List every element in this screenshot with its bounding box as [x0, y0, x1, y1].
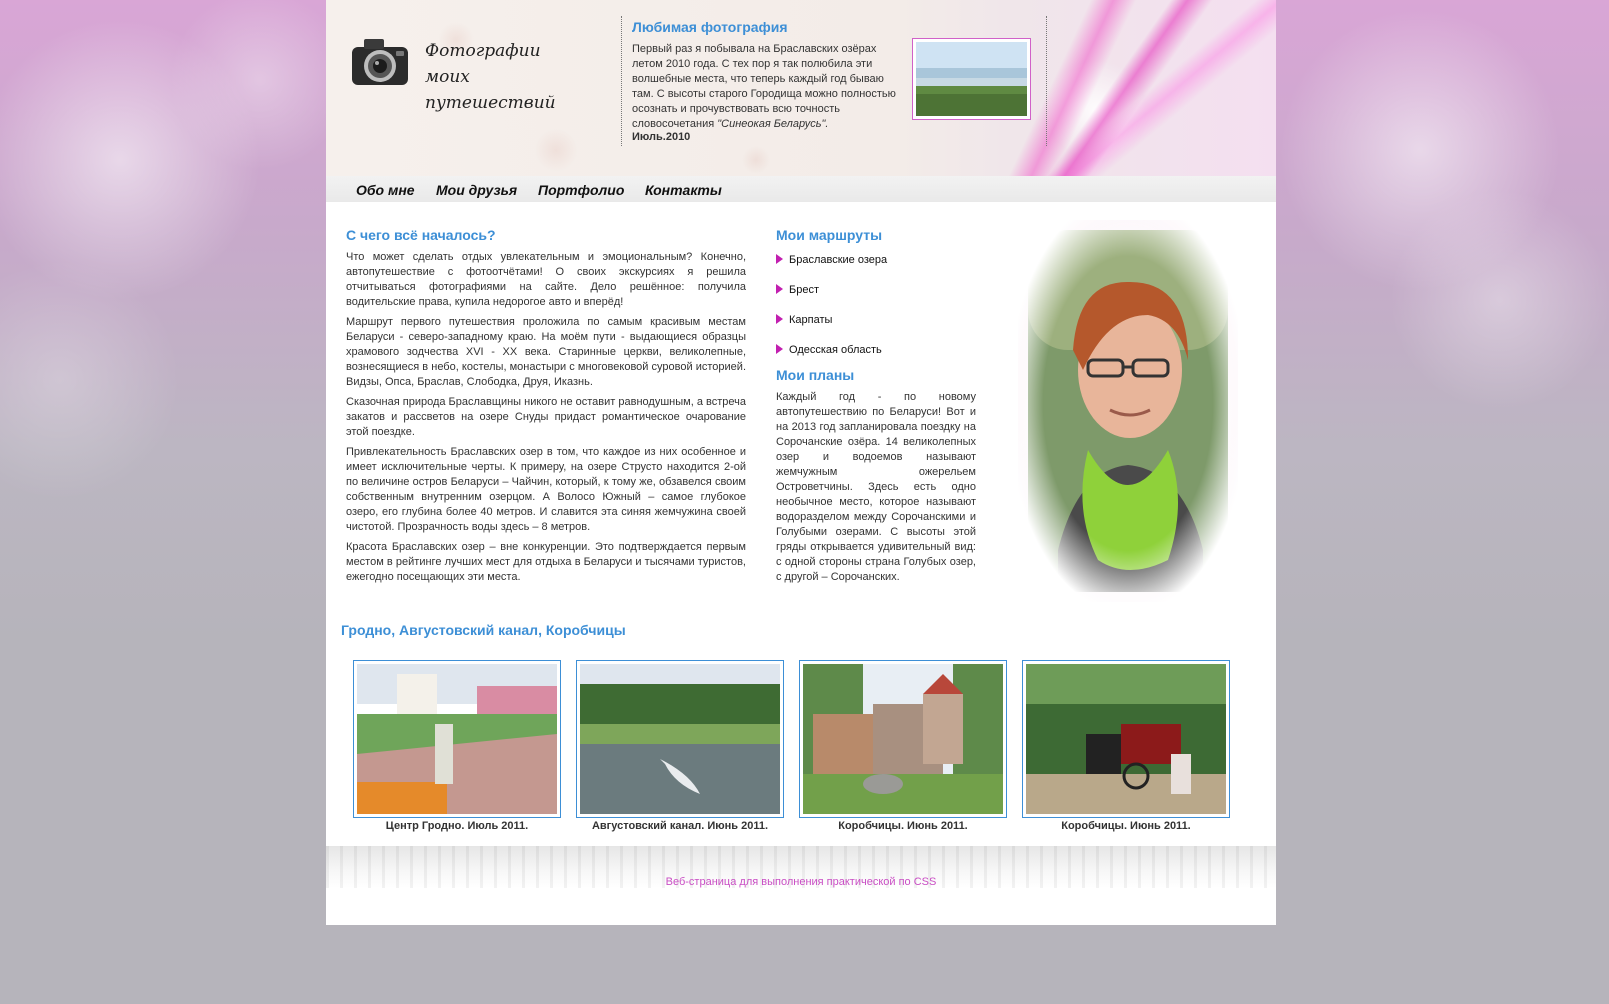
triangle-bullet-icon — [776, 254, 783, 264]
plans-text: Каждый год - по новому автопутешествию п… — [776, 391, 976, 583]
triangle-bullet-icon — [776, 314, 783, 324]
gallery-photo-image — [580, 664, 780, 814]
footer-text: Веб-страница для выполнения практической… — [665, 876, 937, 888]
favorite-photo-title: Любимая фотография — [632, 19, 788, 35]
route-link-braslav[interactable]: Браславские озера — [776, 254, 887, 266]
gallery-photo[interactable] — [353, 660, 561, 818]
camera-icon — [352, 39, 408, 85]
site-logo: Фотографии моих путешествий — [425, 38, 585, 116]
gallery-photo-image — [1026, 664, 1226, 814]
gallery-photo-image — [357, 664, 557, 814]
author-portrait — [1018, 220, 1238, 602]
gallery-photo[interactable] — [576, 660, 784, 818]
main-nav: Обо мне Мои друзья Портфолио Контакты — [326, 176, 1276, 202]
divider — [621, 16, 622, 146]
gallery-caption: Августовский канал. Июнь 2011. — [591, 820, 769, 832]
logo-line-2: моих путешествий — [425, 67, 556, 113]
route-link-carpathians[interactable]: Карпаты — [776, 314, 832, 326]
nav-item-contacts[interactable]: Контакты — [645, 182, 722, 198]
author-portrait-image — [1018, 220, 1238, 602]
favorite-photo-image — [916, 42, 1027, 116]
paragraph: Красота Браславских озер – вне конкуренц… — [346, 541, 746, 583]
nav-item-friends[interactable]: Мои друзья — [436, 182, 517, 198]
gallery-photo[interactable] — [1022, 660, 1230, 818]
favorite-photo[interactable] — [912, 38, 1031, 120]
main-text: Что может сделать отдых увлекательным и … — [346, 250, 746, 590]
logo-line-1: Фотографии — [425, 41, 541, 61]
route-label: Карпаты — [789, 314, 833, 326]
route-link-brest[interactable]: Брест — [776, 284, 819, 296]
triangle-bullet-icon — [776, 284, 783, 294]
header: Фотографии моих путешествий Любимая фото… — [326, 0, 1276, 176]
triangle-bullet-icon — [776, 344, 783, 354]
gallery-photo-image — [803, 664, 1003, 814]
nav-item-about[interactable]: Обо мне — [356, 182, 415, 198]
paragraph: Что может сделать отдых увлекательным и … — [346, 251, 746, 308]
route-label: Одесская область — [789, 344, 882, 356]
gallery-caption: Коробчицы. Июнь 2011. — [838, 820, 968, 832]
paragraph: Сказочная природа Браславщины никого не … — [346, 396, 746, 438]
gallery-caption: Центр Гродно. Июль 2011. — [385, 820, 529, 832]
plans-title: Мои планы — [776, 367, 855, 383]
favorite-photo-quote: "Синеокая Беларусь". — [717, 118, 829, 130]
paragraph: Маршрут первого путешествия проложила по… — [346, 316, 746, 388]
gallery-title: Гродно, Августовский канал, Коробчицы — [341, 622, 626, 638]
favorite-photo-body: Первый раз я побывала на Браславских озё… — [632, 43, 896, 130]
paragraph: Привлекательность Браславских озер в том… — [346, 446, 746, 533]
routes-title: Мои маршруты — [776, 227, 883, 243]
page-container: Фотографии моих путешествий Любимая фото… — [326, 0, 1276, 925]
main-title: С чего всё началось? — [346, 227, 496, 243]
nav-item-portfolio[interactable]: Портфолио — [538, 182, 624, 198]
gallery-caption: Коробчицы. Июнь 2011. — [1061, 820, 1191, 832]
route-label: Брест — [789, 284, 819, 296]
gallery-photo[interactable] — [799, 660, 1007, 818]
favorite-photo-text: Первый раз я побывала на Браславских озё… — [632, 42, 902, 132]
route-label: Браславские озера — [789, 254, 888, 266]
favorite-photo-date: Июль.2010 — [632, 131, 691, 143]
route-link-odessa[interactable]: Одесская область — [776, 344, 882, 356]
divider — [1046, 16, 1047, 146]
